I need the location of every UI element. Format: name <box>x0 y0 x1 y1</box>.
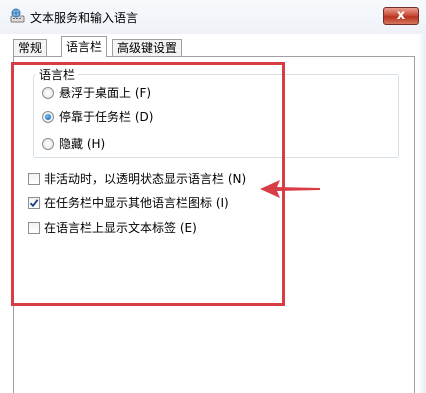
tab-language-bar[interactable]: 语言栏 <box>61 36 108 57</box>
text-services-dialog: 文本服务和输入语言 x 常规 语言栏 高级键设置 语言栏 悬浮于桌面上 (F) … <box>0 0 426 393</box>
close-icon: x <box>396 8 406 23</box>
window-edge <box>418 34 426 393</box>
close-button[interactable]: x <box>383 7 419 25</box>
annotation-highlight-box <box>11 62 285 306</box>
annotation-arrow-icon <box>260 180 320 198</box>
tab-advanced-key-settings[interactable]: 高级键设置 <box>112 39 183 57</box>
keyboard-globe-icon <box>10 8 25 23</box>
tab-general[interactable]: 常规 <box>13 39 48 57</box>
window-title: 文本服务和输入语言 <box>30 11 139 25</box>
title-bar[interactable]: 文本服务和输入语言 x <box>0 0 426 34</box>
